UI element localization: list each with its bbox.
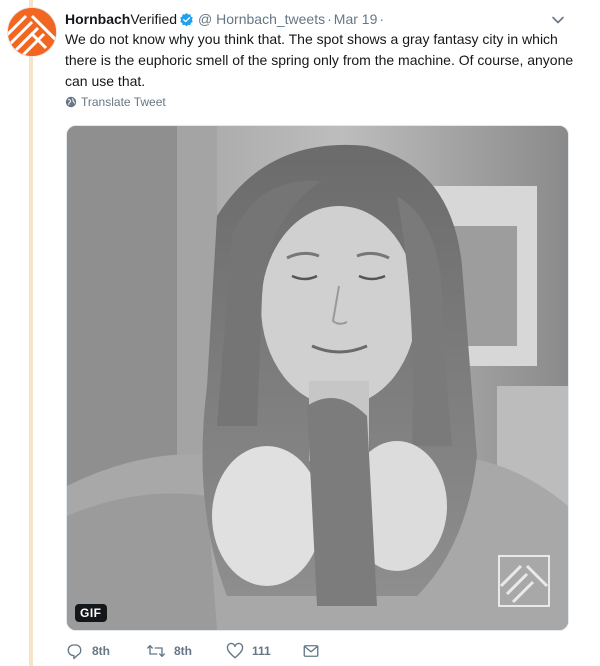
tweet-text: We do not know why you think that. The s…: [65, 31, 574, 89]
like-count: 111: [252, 644, 271, 658]
display-name[interactable]: Hornbach: [65, 11, 130, 27]
trailing-dot: ·: [379, 11, 385, 27]
envelope-icon: [303, 645, 319, 657]
translate-label: Translate Tweet: [81, 95, 166, 109]
direct-message-button[interactable]: [302, 642, 328, 660]
avatar[interactable]: [7, 7, 57, 57]
tweet-header: Hornbach Verified @ Hornbach_tweets · Ma…: [65, 9, 386, 29]
gif-badge: GIF: [75, 604, 107, 622]
tweet-actions: 8th 8th 111: [66, 640, 328, 662]
retweet-icon: [147, 645, 165, 657]
separator-dot: ·: [327, 11, 332, 27]
tweet-card: Hornbach Verified @ Hornbach_tweets · Ma…: [0, 0, 600, 666]
translate-tweet-link[interactable]: Translate Tweet: [65, 95, 166, 109]
thread-line: [29, 0, 33, 666]
chevron-down-icon[interactable]: [550, 12, 566, 28]
reply-button[interactable]: 8th: [66, 642, 146, 660]
heart-icon: [226, 642, 244, 659]
retweet-count: 8th: [174, 644, 192, 658]
hornbach-logo: [8, 8, 56, 56]
retweet-button[interactable]: 8th: [146, 642, 226, 660]
user-handle[interactable]: @ Hornbach_tweets: [198, 11, 325, 27]
tweet-date[interactable]: Mar 19: [334, 11, 378, 27]
gif-media[interactable]: GIF: [66, 125, 569, 631]
like-button[interactable]: 111: [226, 642, 302, 660]
reply-icon: [67, 644, 82, 660]
gif-image: [67, 126, 568, 630]
reply-count: 8th: [92, 644, 110, 658]
globe-icon: [65, 96, 77, 108]
verified-label: Verified: [130, 11, 178, 27]
verified-badge-icon: [179, 12, 194, 27]
